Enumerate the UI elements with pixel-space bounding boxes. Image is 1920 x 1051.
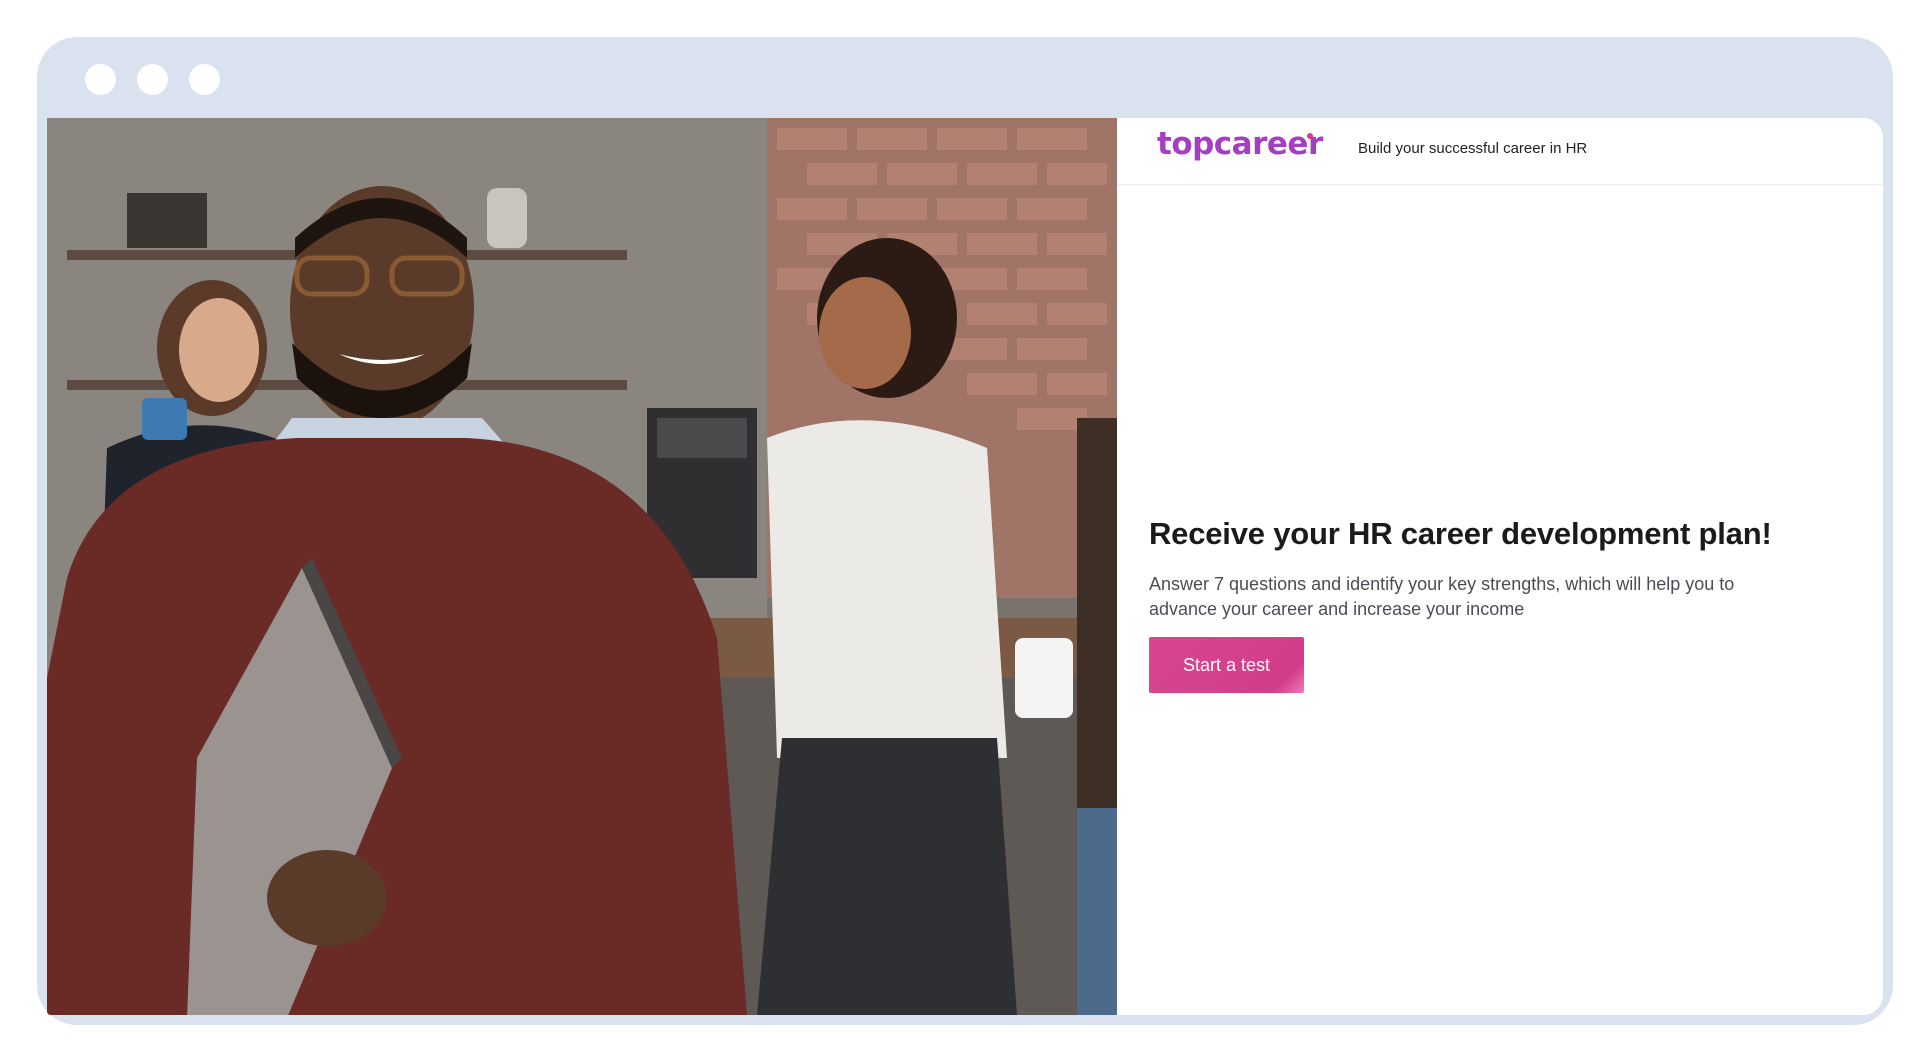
header-tagline: Build your successful career in HR: [1358, 140, 1588, 157]
window-close-dot-icon[interactable]: [85, 64, 116, 95]
window-maximize-dot-icon[interactable]: [189, 64, 220, 95]
hero-panel: topcareer Build your successful career i…: [1117, 118, 1883, 1015]
hero-title: Receive your HR career development plan!: [1149, 516, 1772, 551]
hero-photo: [47, 118, 1117, 1015]
hero-description: Answer 7 questions and identify your key…: [1149, 574, 1735, 619]
brand-logo[interactable]: topcareer: [1157, 126, 1323, 162]
logo-dot-icon: [1307, 133, 1313, 139]
browser-window: topcareer Build your successful career i…: [37, 37, 1893, 1025]
site-header: topcareer Build your successful career i…: [1117, 118, 1883, 185]
page-viewport: topcareer Build your successful career i…: [47, 118, 1883, 1015]
window-minimize-dot-icon[interactable]: [137, 64, 168, 95]
start-test-button[interactable]: Start a test: [1149, 637, 1304, 693]
